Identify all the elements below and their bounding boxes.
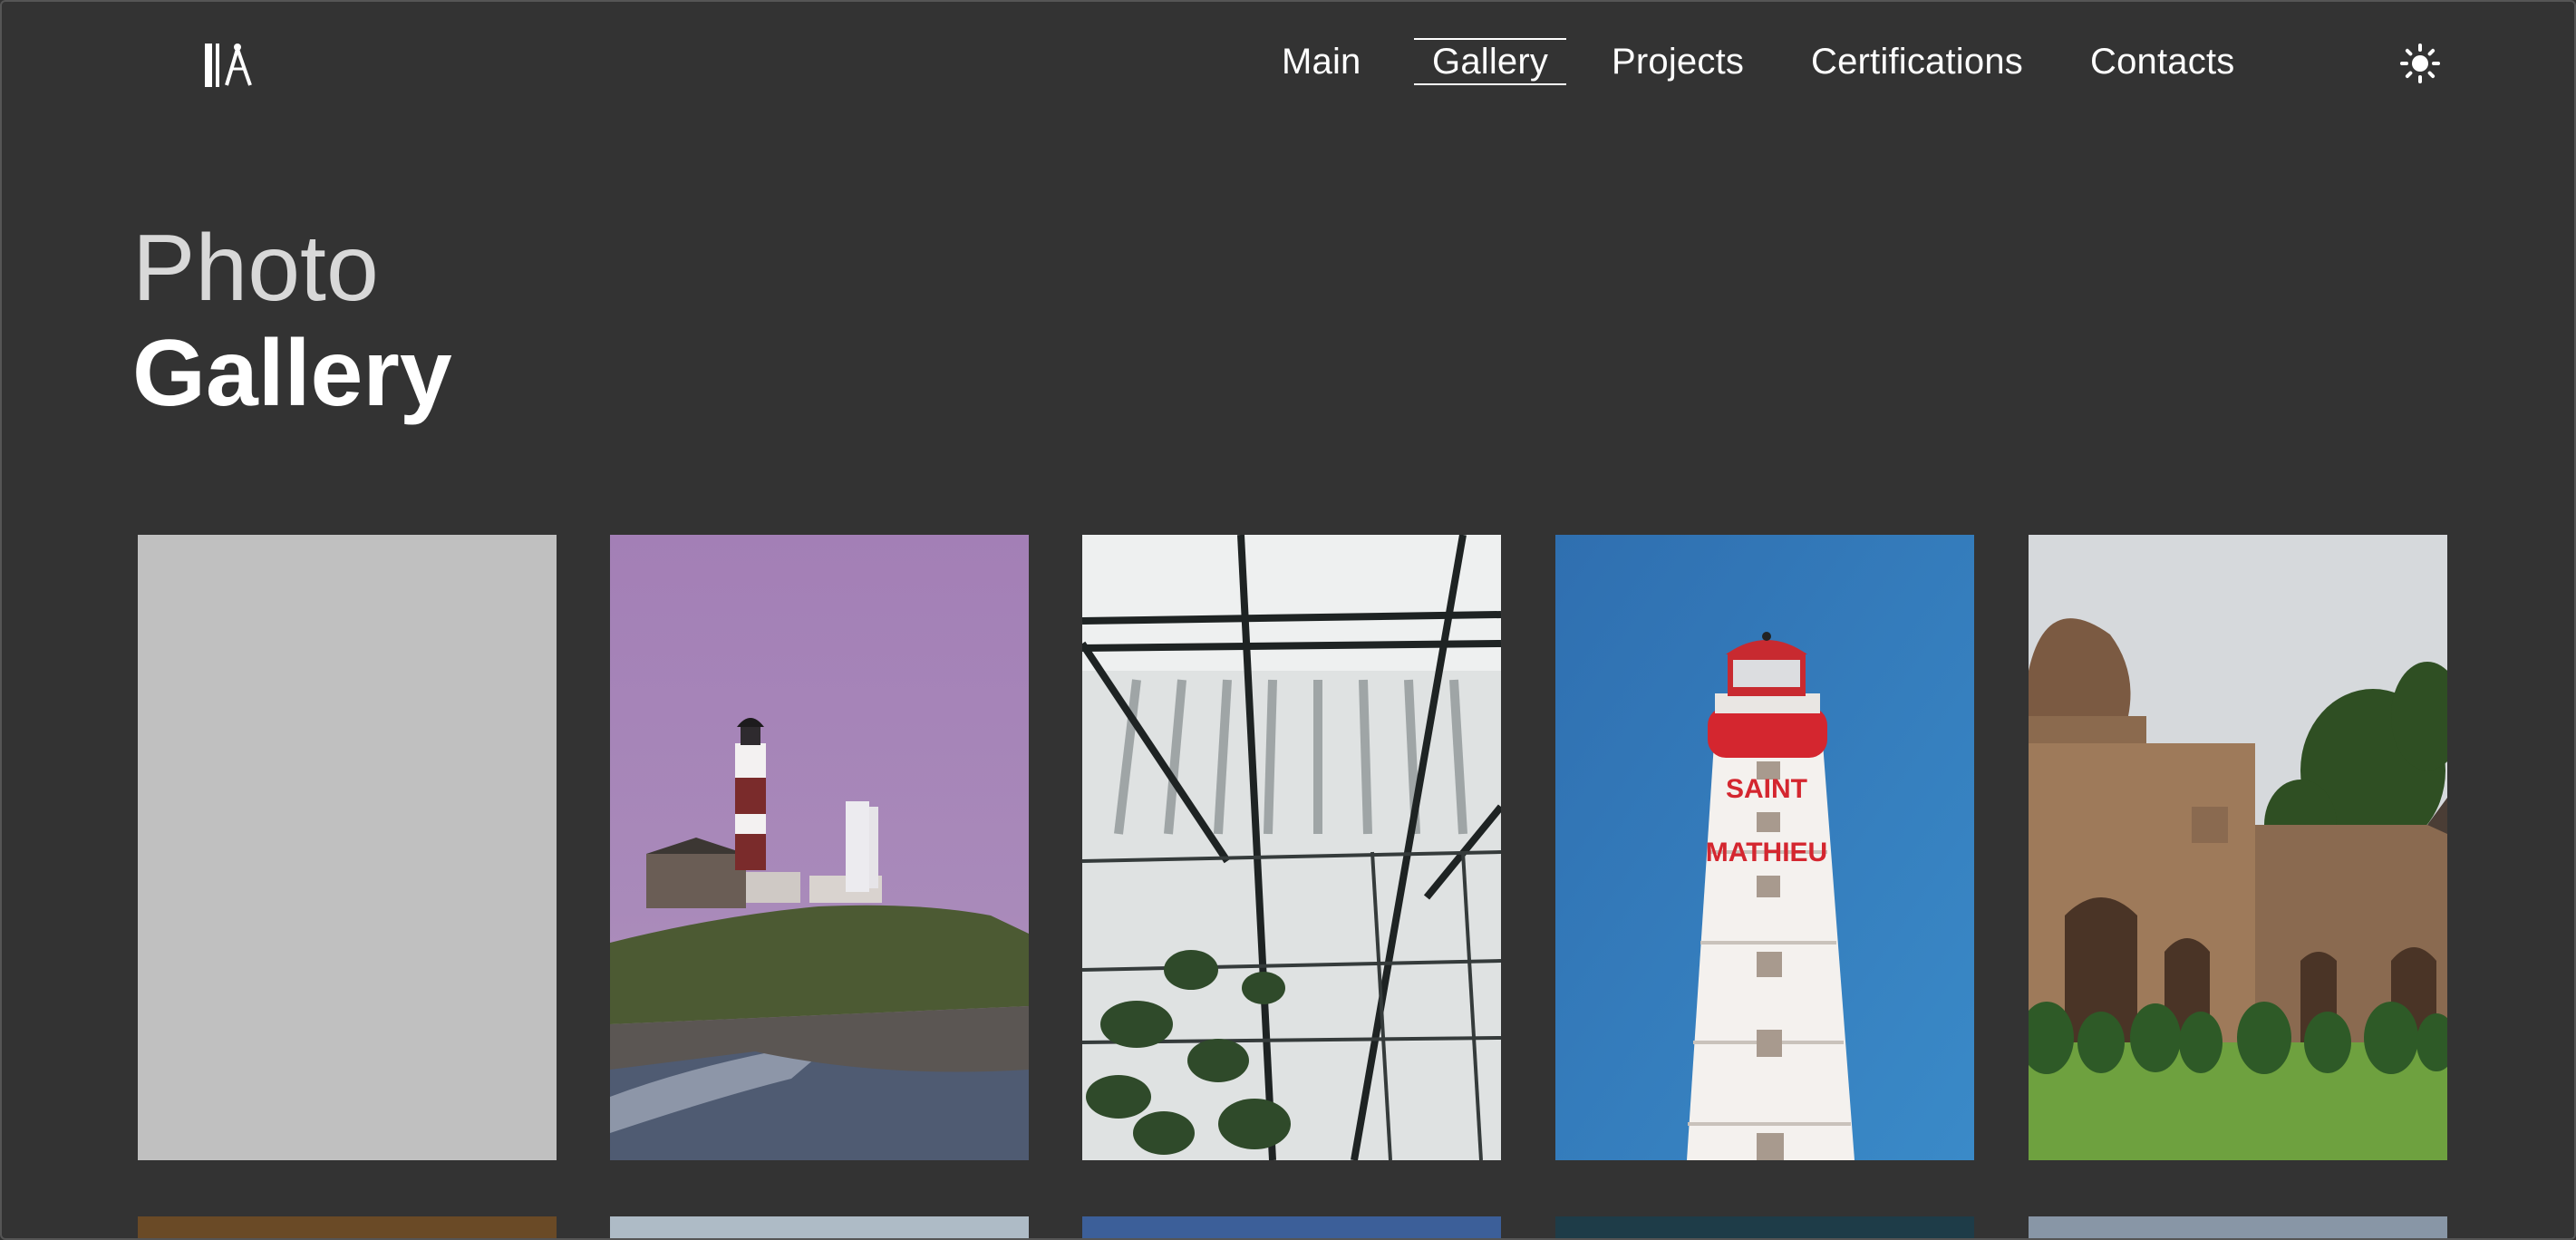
gallery-photo-row2-3[interactable] xyxy=(1082,1216,1501,1238)
lighthouse-sign-line1: SAINT xyxy=(1726,774,1807,804)
lighthouse-sign-line2: MATHIEU xyxy=(1706,838,1827,867)
gallery-photo-row2-5[interactable] xyxy=(2029,1216,2447,1238)
gallery-photo-placeholder[interactable] xyxy=(138,535,557,1160)
sun-icon[interactable] xyxy=(2400,44,2440,83)
gallery-photo-mughal-tomb[interactable] xyxy=(2029,535,2447,1160)
nav-item-contacts[interactable]: Contacts xyxy=(2090,40,2234,83)
site-header: Main Gallery Projects Certifications Con… xyxy=(2,2,2574,129)
main-nav: Main Gallery Projects Certifications Con… xyxy=(2,2,2574,129)
gallery-photo-lighthouse-dusk[interactable] xyxy=(610,535,1029,1160)
nav-item-main[interactable]: Main xyxy=(1282,40,1361,83)
nav-item-projects[interactable]: Projects xyxy=(1612,40,1744,83)
gallery-photo-row2-4[interactable] xyxy=(1555,1216,1974,1238)
gallery-photo-row2-1[interactable] xyxy=(138,1216,557,1238)
app-window: Main Gallery Projects Certifications Con… xyxy=(0,0,2576,1240)
nav-item-gallery[interactable]: Gallery xyxy=(1414,38,1567,85)
page-title-bold: Gallery xyxy=(132,321,452,426)
gallery-photo-saint-mathieu-lighthouse[interactable]: SAINT MATHIEU xyxy=(1555,535,1974,1160)
gallery-photo-row2-2[interactable] xyxy=(610,1216,1029,1238)
nav-item-certifications[interactable]: Certifications xyxy=(1811,40,2023,83)
page-title-light: Photo xyxy=(132,216,379,321)
gallery-photo-greenhouse[interactable] xyxy=(1082,535,1501,1160)
